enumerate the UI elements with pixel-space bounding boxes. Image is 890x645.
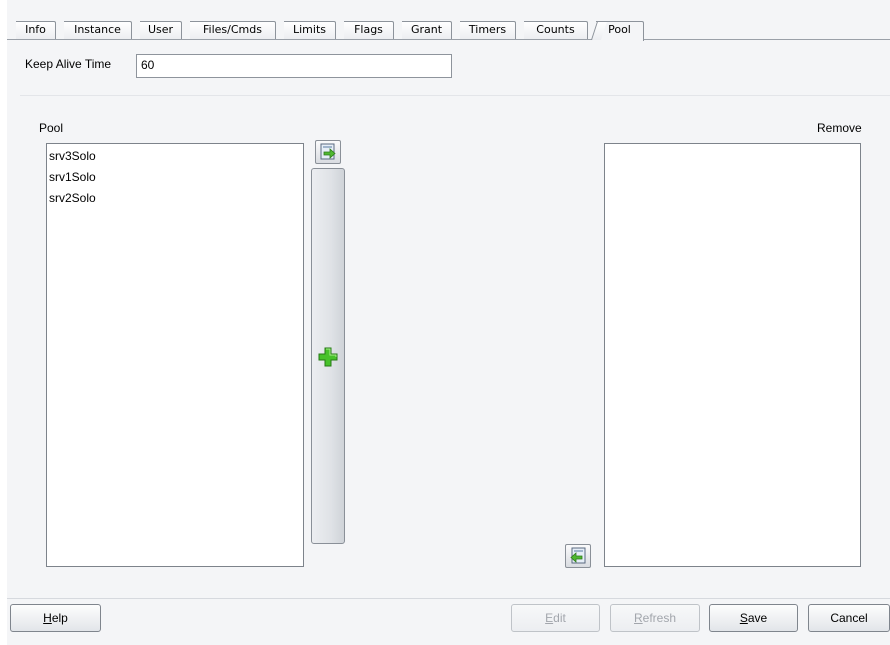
tab-flags[interactable]: Flags: [344, 21, 394, 39]
tab-label: Flags: [354, 23, 383, 36]
tab-pool[interactable]: Pool: [596, 21, 644, 41]
keep-alive-input[interactable]: 60: [136, 54, 452, 78]
tab-label: Counts: [536, 23, 575, 36]
move-right-button[interactable]: [315, 140, 341, 164]
tab-timers[interactable]: Timers: [460, 21, 516, 39]
tab-limits[interactable]: Limits: [284, 21, 336, 39]
edit-mnemonic: E: [545, 611, 554, 625]
tab-label: Timers: [468, 23, 507, 36]
tab-counts[interactable]: Counts: [524, 21, 588, 39]
arrow-right-icon: [320, 143, 336, 160]
save-mnemonic: S: [739, 611, 748, 625]
pool-list[interactable]: srv3Solo srv1Solo srv2Solo: [46, 143, 304, 567]
tab-label: Grant: [410, 23, 443, 36]
tab-label: Pool: [608, 23, 631, 36]
save-label: ave: [747, 611, 768, 625]
remove-list[interactable]: [604, 143, 861, 567]
tab-grant[interactable]: Grant: [402, 21, 452, 39]
pool-label: Pool: [39, 121, 64, 135]
tab-label: Instance: [74, 23, 121, 36]
remove-label: Remove: [817, 121, 862, 135]
keep-alive-label: Keep Alive Time: [25, 57, 112, 71]
arrow-left-icon: [570, 547, 586, 564]
tab-info[interactable]: Info: [16, 21, 56, 39]
tab-label: User: [147, 23, 174, 36]
tab-instance[interactable]: Instance: [64, 21, 132, 39]
button-bar-separator: [7, 598, 890, 599]
list-item[interactable]: srv1Solo: [47, 167, 303, 188]
tab-label: Limits: [293, 23, 326, 36]
save-button[interactable]: Save: [709, 604, 798, 632]
help-mnemonic: H: [43, 611, 52, 625]
list-item[interactable]: srv2Solo: [47, 188, 303, 209]
tab-label: Files/Cmds: [203, 23, 262, 36]
list-item[interactable]: srv3Solo: [47, 146, 303, 167]
help-button[interactable]: Help: [10, 604, 101, 632]
section-divider: [20, 95, 890, 96]
tab-baseline: [7, 39, 890, 40]
tab-files-cmds[interactable]: Files/Cmds: [190, 21, 276, 39]
plus-icon: [318, 347, 338, 367]
edit-button[interactable]: Edit: [511, 604, 600, 632]
tab-user[interactable]: User: [140, 21, 182, 39]
refresh-button[interactable]: Refresh: [610, 604, 700, 632]
add-to-pool-button[interactable]: [311, 168, 345, 544]
refresh-mnemonic: R: [633, 611, 643, 625]
edit-label: dit: [553, 611, 566, 625]
refresh-label: efresh: [642, 611, 677, 625]
cancel-button[interactable]: Cancel: [808, 604, 890, 632]
move-left-button[interactable]: [565, 544, 591, 568]
tab-label: Info: [25, 23, 46, 36]
help-label: elp: [51, 611, 68, 625]
